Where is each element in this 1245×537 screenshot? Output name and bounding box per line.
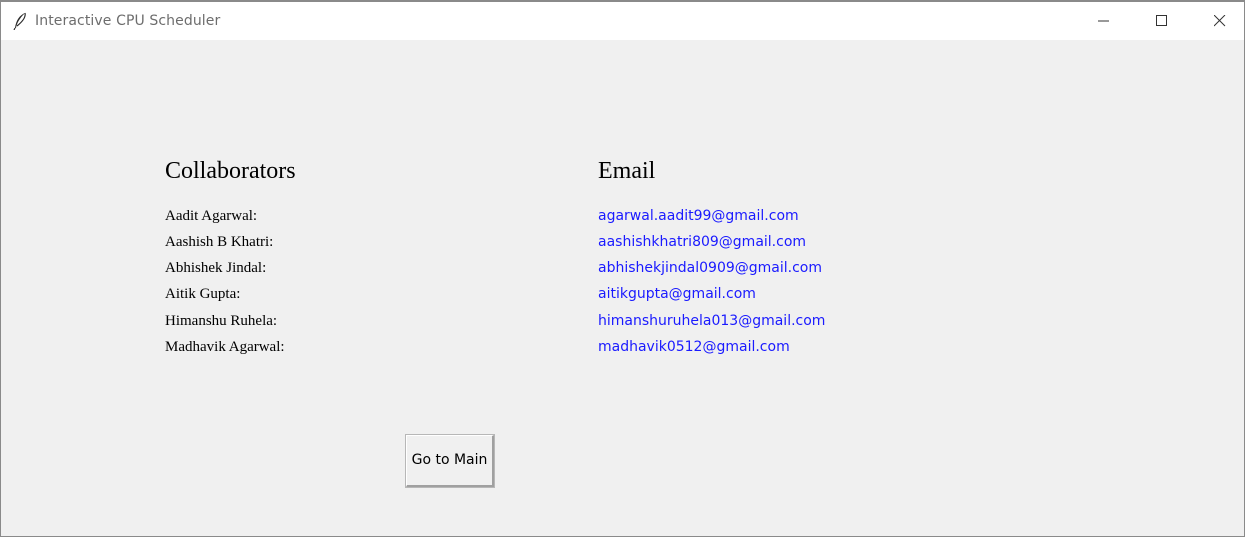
minimize-icon xyxy=(1098,20,1109,22)
collaborator-name: Madhavik Agarwal: xyxy=(165,339,285,355)
close-icon xyxy=(1214,15,1226,27)
collaborator-name: Aashish B Khatri: xyxy=(165,234,274,250)
title-bar[interactable]: Interactive CPU Scheduler xyxy=(1,2,1244,40)
collaborator-email-link[interactable]: himanshuruhela013@gmail.com xyxy=(598,313,825,329)
collaborator-name: Abhishek Jindal: xyxy=(165,260,267,276)
collaborator-email-link[interactable]: aashishkhatri809@gmail.com xyxy=(598,234,806,250)
collaborator-name: Aadit Agarwal: xyxy=(165,208,258,224)
minimize-button[interactable] xyxy=(1081,2,1127,40)
collaborators-header: Collaborators xyxy=(165,158,296,184)
feather-icon xyxy=(13,12,27,31)
collaborator-email-link[interactable]: agarwal.aadit99@gmail.com xyxy=(598,208,799,224)
collaborator-name: Himanshu Ruhela: xyxy=(165,313,278,329)
maximize-button[interactable] xyxy=(1139,2,1185,40)
collaborator-email-link[interactable]: madhavik0512@gmail.com xyxy=(598,339,790,355)
collaborator-email-link[interactable]: aitikgupta@gmail.com xyxy=(598,286,756,302)
collaborator-name: Aitik Gupta: xyxy=(165,286,241,302)
app-window: Interactive CPU Scheduler Collaborators … xyxy=(0,0,1245,537)
collaborators-panel: Collaborators Email Aadit Agarwal: agarw… xyxy=(1,40,1244,536)
email-header: Email xyxy=(598,158,656,184)
maximize-icon xyxy=(1156,15,1167,26)
close-button[interactable] xyxy=(1197,2,1243,40)
collaborator-email-link[interactable]: abhishekjindal0909@gmail.com xyxy=(598,260,822,276)
go-to-main-button[interactable]: Go to Main xyxy=(405,434,495,488)
window-title: Interactive CPU Scheduler xyxy=(35,13,221,29)
